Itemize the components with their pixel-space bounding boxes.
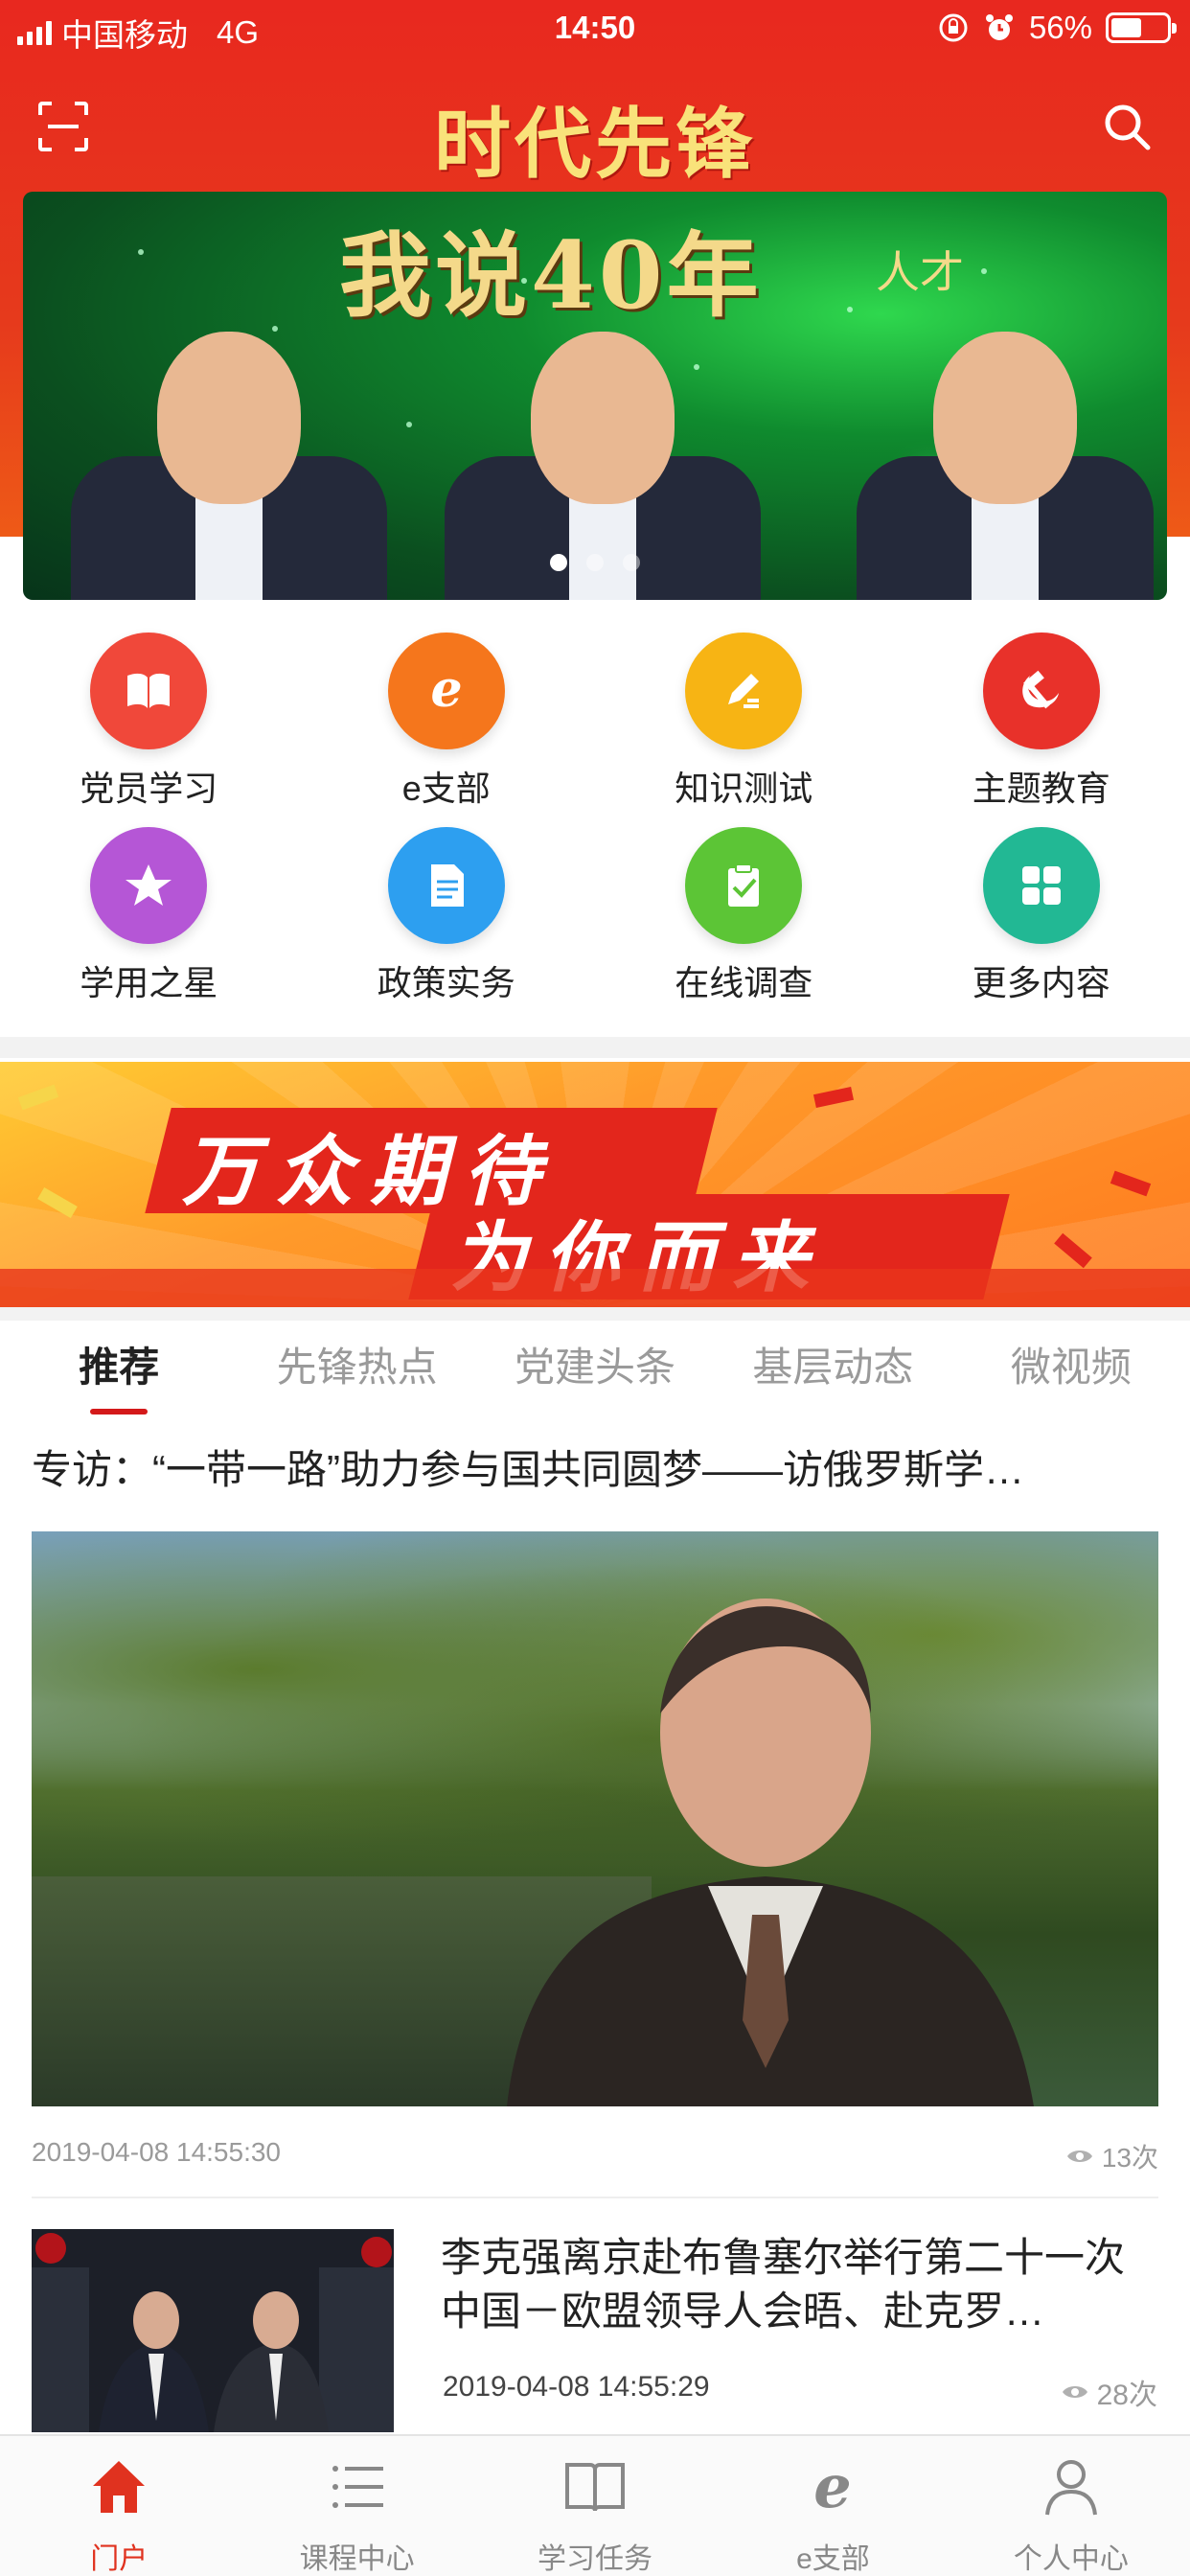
hero-banner[interactable]: 我说40年 人才: [23, 192, 1167, 600]
thumbnail-photo: [32, 2229, 394, 2432]
category-tab[interactable]: 推荐: [0, 1335, 238, 1393]
bottom-tab-bar: 门户 课程中心 学习任务 e e支部 个人中心: [0, 2434, 1190, 2576]
article-time: 2019-04-08 14:55:29: [443, 2371, 710, 2403]
tabbar-item[interactable]: e e支部: [714, 2436, 951, 2576]
tabbar-label: 门户: [90, 2543, 149, 2575]
tabbar-label: e支部: [796, 2543, 870, 2575]
grid-item[interactable]: 在线调查: [595, 827, 893, 1022]
status-right: 56%: [937, 10, 1177, 46]
tabbar-label: 个人中心: [1013, 2543, 1129, 2575]
featured-article-title[interactable]: 专访：“一带一路”助力参与国共同圆梦——访俄罗斯学…: [32, 1438, 1162, 1496]
grid-item[interactable]: 政策实务: [298, 827, 596, 1022]
grid-item[interactable]: 知识测试: [595, 632, 893, 827]
image-portrait: [507, 1598, 1034, 2106]
promo-banner[interactable]: 万众期待 为你而来: [0, 1062, 1190, 1307]
carousel-dot[interactable]: [586, 554, 604, 571]
category-tab[interactable]: 基层动态: [714, 1335, 951, 1393]
e-letter-icon: e: [799, 2451, 866, 2525]
document-icon: [387, 827, 505, 944]
hammer-sickle-icon: [982, 632, 1100, 749]
pencil-icon: [685, 632, 803, 749]
tabbar-item[interactable]: 学习任务: [476, 2436, 714, 2576]
feature-grid: 党员学习 e e支部 知识测试 主题教育学用之星 政策实务 在线调查 更多内容: [0, 632, 1190, 1025]
grid-four-icon: [982, 827, 1100, 944]
article-thumbnail[interactable]: [32, 2229, 394, 2432]
alarm-icon: [985, 14, 1013, 40]
grid-item[interactable]: e e支部: [298, 632, 596, 827]
featured-article-time: 2019-04-08 14:55:30: [32, 2137, 281, 2167]
section-divider: [0, 1037, 1190, 1058]
tabbar-item[interactable]: 课程中心: [238, 2436, 475, 2576]
clipboard-check-icon: [685, 827, 803, 944]
tabbar-item[interactable]: 个人中心: [952, 2436, 1190, 2576]
search-icon[interactable]: [1100, 100, 1154, 153]
category-tab[interactable]: 先锋热点: [238, 1335, 475, 1393]
grid-item-label: 政策实务: [377, 963, 515, 1002]
carousel-dots[interactable]: [23, 554, 1167, 571]
grid-item[interactable]: 主题教育: [893, 632, 1190, 827]
grid-item-label: 知识测试: [675, 769, 813, 808]
svg-text:e: e: [814, 2453, 852, 2520]
grid-item-label: 学用之星: [80, 963, 218, 1002]
grid-item-label: e支部: [401, 769, 491, 808]
article-title[interactable]: 李克强离京赴布鲁塞尔举行第二十一次中国－欧盟领导人会晤、赴克罗…: [441, 2231, 1157, 2338]
open-book-icon: [561, 2453, 629, 2525]
person-icon: [1038, 2453, 1105, 2525]
category-tab[interactable]: 党建头条: [476, 1335, 714, 1393]
article-meta: 2019-04-08 14:55:29 28次: [443, 2371, 1157, 2413]
battery-icon: [1106, 12, 1177, 43]
banner-subtitle: 人才: [876, 246, 964, 298]
list-icon: [324, 2453, 391, 2525]
article-views-count: 28次: [1096, 2380, 1157, 2411]
grid-item[interactable]: 更多内容: [893, 827, 1190, 1022]
featured-article-meta: 2019-04-08 14:55:30 13次: [32, 2137, 1158, 2175]
tabbar-item[interactable]: 门户: [0, 2436, 238, 2576]
carousel-dot[interactable]: [623, 554, 640, 571]
carousel-dot[interactable]: [550, 554, 567, 571]
promo-skyline: [0, 1269, 1190, 1307]
feed-separator: [32, 2196, 1158, 2198]
battery-percent: 56%: [1028, 10, 1092, 45]
featured-article-views: 13次: [1065, 2137, 1158, 2175]
app-title: 时代先锋: [434, 99, 756, 189]
grid-item[interactable]: 党员学习: [0, 632, 298, 827]
book-icon: [90, 632, 208, 749]
tabbar-label: 学习任务: [538, 2543, 653, 2575]
category-tabs: 推荐 先锋热点 党建头条 基层动态 微视频: [0, 1321, 1190, 1407]
category-tab[interactable]: 微视频: [952, 1335, 1190, 1393]
section-divider: [0, 1307, 1190, 1321]
star-icon: [90, 827, 208, 944]
tabbar-label: 课程中心: [299, 2543, 415, 2575]
e-letter-icon: e: [387, 632, 505, 749]
featured-views-count: 13次: [1101, 2143, 1158, 2173]
status-bar: 中国移动 4G 14:50 56%: [0, 0, 1190, 59]
svg-text:e: e: [430, 662, 462, 719]
grid-item-label: 主题教育: [972, 769, 1110, 808]
grid-item-label: 更多内容: [972, 963, 1110, 1002]
battery-fill: [1111, 18, 1142, 37]
eye-icon: [1062, 2386, 1087, 2398]
top-nav: 时代先锋: [0, 69, 1190, 189]
grid-item[interactable]: 学用之星: [0, 827, 298, 1022]
grid-item-label: 在线调查: [675, 963, 813, 1002]
home-icon: [85, 2453, 152, 2525]
featured-article-image[interactable]: [32, 1531, 1158, 2106]
grid-item-label: 党员学习: [80, 769, 218, 808]
eye-icon: [1066, 2150, 1092, 2162]
rotation-lock-icon: [939, 13, 968, 42]
article-views: 28次: [1061, 2371, 1157, 2413]
